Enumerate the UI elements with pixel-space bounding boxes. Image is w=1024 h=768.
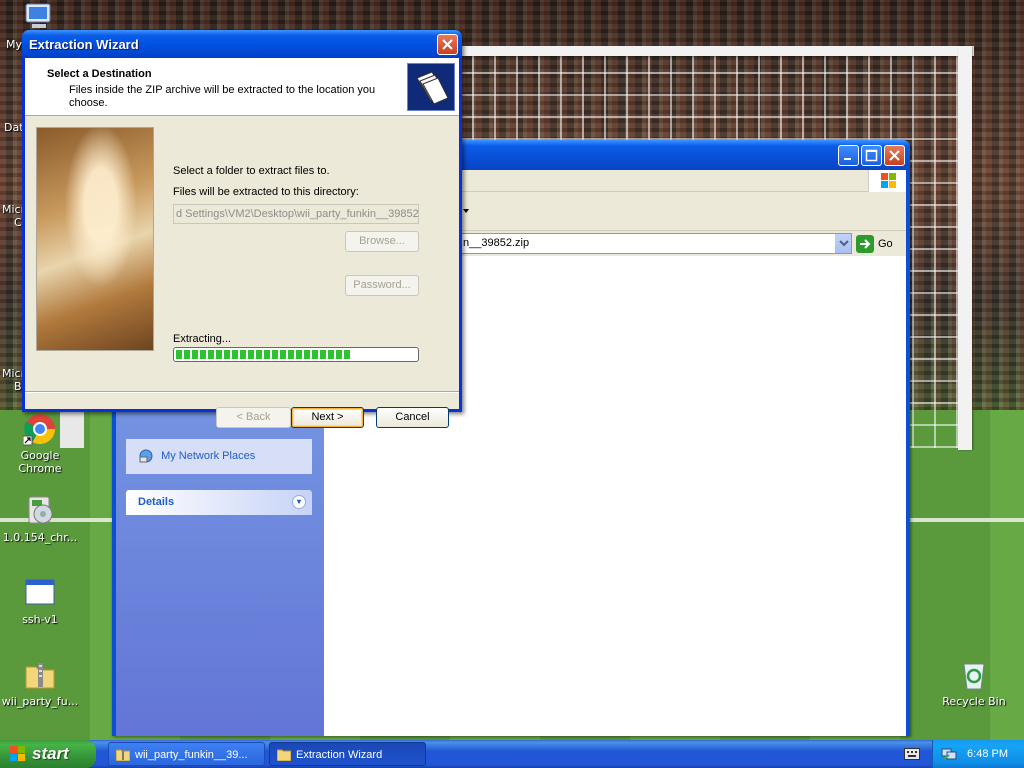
recycle-bin-icon: [957, 658, 991, 692]
desktop-icon-google-chrome[interactable]: Google Chrome: [0, 412, 80, 475]
folder-extract-icon: [407, 63, 455, 111]
progress-fill: [176, 350, 352, 359]
windows-logo-icon: [868, 170, 906, 192]
wizard-step-description: Files inside the ZIP archive will be ext…: [69, 84, 376, 109]
maximize-button[interactable]: [861, 145, 882, 166]
details-header[interactable]: Details ▾: [126, 490, 312, 515]
go-button[interactable]: Go: [856, 234, 904, 254]
wizard-header: Select a Destination Files inside the ZI…: [25, 58, 459, 116]
installer-icon: [23, 494, 57, 528]
desktop-icon-my-computer[interactable]: [22, 2, 56, 32]
chevron-down-icon: [838, 240, 849, 247]
go-arrow-icon: [856, 235, 874, 254]
desktop-icon-chrome-installer[interactable]: 1.0.154_chr...: [0, 494, 80, 544]
desktop-icon-label: Google Chrome: [18, 449, 62, 475]
close-icon: [889, 150, 900, 161]
password-button[interactable]: Password...: [345, 275, 419, 296]
desktop-icon-ssh[interactable]: ssh-v1: [0, 576, 80, 626]
wizard-close-button[interactable]: [437, 34, 458, 55]
close-button[interactable]: [884, 145, 905, 166]
extracting-status-label: Extracting...: [173, 333, 232, 345]
goal-post: [958, 46, 972, 450]
desktop-label-partial: My: [6, 38, 23, 51]
system-tray: 6:48 PM: [932, 740, 1024, 768]
taskbar-item-label: Extraction Wizard: [296, 749, 383, 761]
address-dropdown-button[interactable]: [834, 234, 851, 253]
minimize-button[interactable]: [838, 145, 859, 166]
network-connection-icon[interactable]: [941, 747, 957, 761]
wizard-separator: [25, 391, 459, 393]
taskbar-item-zip-folder[interactable]: wii_party_funkin__39...: [108, 742, 265, 766]
folder-icon: [277, 749, 291, 761]
zip-folder-icon: [116, 749, 130, 761]
chevron-down-icon[interactable]: ▾: [292, 495, 306, 509]
chrome-icon: [22, 412, 57, 446]
back-button[interactable]: < Back: [216, 407, 291, 428]
go-label: Go: [878, 238, 893, 250]
taskbar-item-label: wii_party_funkin__39...: [135, 749, 248, 761]
desktop-label-partial: B: [14, 380, 22, 393]
keyboard-icon[interactable]: [904, 748, 920, 760]
wizard-body: Select a Destination Files inside the ZI…: [25, 58, 459, 428]
clock[interactable]: 6:48 PM: [967, 748, 1008, 760]
desktop-label-partial: C: [14, 216, 22, 229]
desktop-label-partial: Dat: [4, 121, 24, 134]
computer-icon: [25, 3, 51, 28]
start-label: start: [32, 744, 69, 763]
cancel-button[interactable]: Cancel: [376, 407, 449, 428]
directory-label: Files will be extracted to this director…: [173, 186, 359, 198]
desktop-icon-label: 1.0.154_chr...: [2, 531, 78, 544]
zip-folder-icon: [23, 658, 57, 692]
browse-button[interactable]: Browse...: [345, 231, 419, 252]
application-window-icon: [23, 576, 57, 610]
close-icon: [442, 39, 453, 50]
wizard-titlebar[interactable]: Extraction Wizard: [22, 30, 462, 58]
details-title: Details: [138, 496, 175, 508]
destination-path-input[interactable]: d Settings\VM2\Desktop\wii_party_funkin_…: [173, 204, 419, 224]
network-places-label: My Network Places: [161, 450, 256, 462]
maximize-icon: [865, 149, 878, 162]
desktop-icon-zip-folder[interactable]: wii_party_fu...: [0, 658, 80, 708]
desktop-icon-recycle-bin[interactable]: Recycle Bin: [934, 658, 1014, 708]
other-places-panel: My Network Places: [126, 439, 312, 474]
windows-flag-icon: [10, 746, 25, 761]
taskbar: start wii_party_funkin__39... Extraction…: [0, 740, 1024, 768]
desktop-icon-label: wii_party_fu...: [1, 695, 79, 708]
desktop-icon-label: ssh-v1: [22, 613, 58, 626]
wizard-decorative-image: [36, 127, 154, 351]
start-button[interactable]: start: [0, 740, 96, 768]
minimize-icon: [844, 158, 851, 160]
wizard-title: Extraction Wizard: [29, 37, 139, 52]
network-places-link[interactable]: My Network Places: [138, 448, 255, 464]
select-folder-label: Select a folder to extract files to.: [173, 165, 330, 177]
goal-crossbar: [450, 46, 974, 56]
extraction-wizard-dialog[interactable]: Extraction Wizard Select a Destination F…: [22, 30, 462, 428]
wizard-step-title: Select a Destination: [47, 68, 152, 80]
extraction-progress-bar: [173, 347, 419, 362]
dropdown-arrow-icon[interactable]: [462, 207, 470, 215]
desktop-icon-label: Recycle Bin: [942, 695, 1006, 708]
address-value: n__39852.zip: [463, 237, 530, 249]
taskbar-item-extraction-wizard[interactable]: Extraction Wizard: [269, 742, 426, 766]
next-button[interactable]: Next >: [291, 407, 364, 428]
network-globe-icon: [139, 449, 153, 463]
